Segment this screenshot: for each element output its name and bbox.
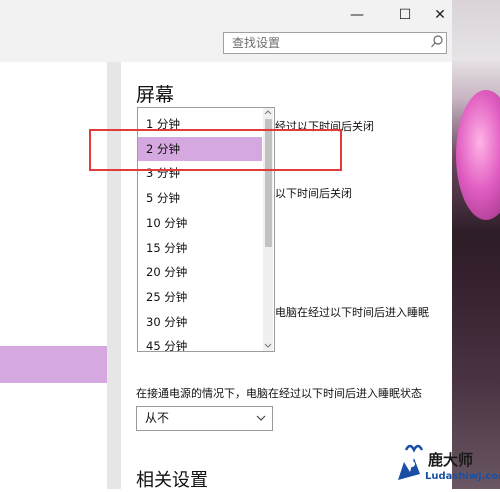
sleep-plugged-select[interactable]: 从不 [136,406,273,431]
close-icon: ✕ [434,7,446,23]
maximize-button[interactable]: ☐ [388,0,422,30]
annotation-highlight-box [89,129,342,171]
dropdown-option[interactable]: 10 分钟 [138,211,262,236]
scroll-up-icon[interactable] [263,108,273,117]
sleep-plugged-value: 从不 [145,411,170,425]
screen-heading: 屏幕 [136,84,175,106]
watermark-name: 鹿大师 [428,451,474,469]
scroll-down-icon[interactable] [263,341,273,350]
navigation-pane [0,62,107,489]
related-settings-heading: 相关设置 [136,470,208,491]
dropdown-option[interactable]: 45 分钟 [138,334,262,351]
dropdown-option[interactable]: 15 分钟 [138,236,262,261]
screen-off-plugged-label: 以下时间后关闭 [275,187,352,200]
search-input[interactable]: 查找设置 [223,32,447,54]
sleep-battery-label: 电脑在经过以下时间后进入睡眠 [275,306,429,319]
sleep-plugged-label: 在接通电源的情况下，电脑在经过以下时间后进入睡眠状态 [136,387,422,400]
watermark-url: Ludashiwj.com [425,471,500,482]
minimize-button[interactable]: — [340,0,374,30]
dropdown-option[interactable]: 25 分钟 [138,285,262,310]
nav-item-selected[interactable] [0,346,107,383]
minimize-icon: — [350,7,364,23]
pane-divider [107,62,121,489]
wallpaper-background [452,0,500,489]
chevron-down-icon [256,415,266,421]
search-icon[interactable] [430,34,444,50]
dropdown-option[interactable]: 30 分钟 [138,310,262,335]
dropdown-option[interactable]: 5 分钟 [138,186,262,211]
title-bar: — ☐ ✕ [0,0,452,30]
maximize-icon: ☐ [398,7,412,23]
desktop-wallpaper [452,0,500,489]
dropdown-option[interactable]: 20 分钟 [138,260,262,285]
